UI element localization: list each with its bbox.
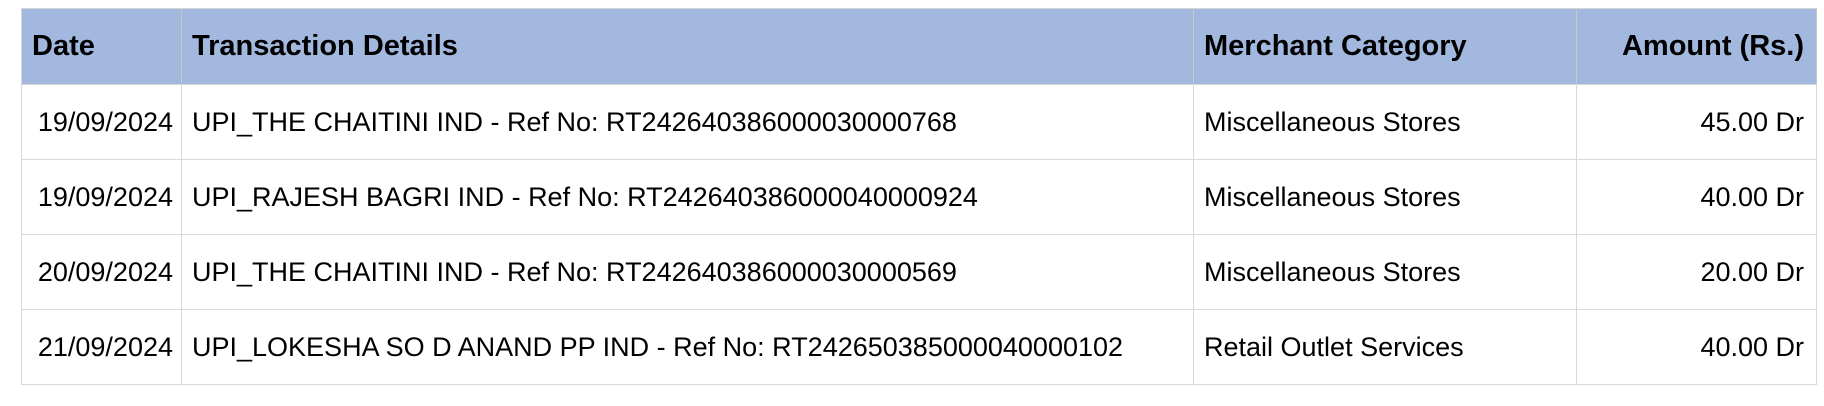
- table-row: 19/09/2024 UPI_RAJESH BAGRI IND - Ref No…: [21, 159, 1817, 235]
- date-cell: 19/09/2024: [21, 84, 182, 160]
- table-row: 20/09/2024 UPI_THE CHAITINI IND - Ref No…: [21, 234, 1817, 310]
- table-row: 21/09/2024 UPI_LOKESHA SO D ANAND PP IND…: [21, 309, 1817, 385]
- transactions-table: Date Transaction Details Merchant Catego…: [21, 8, 1817, 385]
- details-cell: UPI_THE CHAITINI IND - Ref No: RT2426403…: [181, 234, 1194, 310]
- details-cell: UPI_RAJESH BAGRI IND - Ref No: RT2426403…: [181, 159, 1194, 235]
- table-body: 19/09/2024 UPI_THE CHAITINI IND - Ref No…: [21, 84, 1817, 385]
- amount-cell: 20.00 Dr: [1576, 234, 1817, 310]
- merchant-cell: Miscellaneous Stores: [1193, 84, 1577, 160]
- amount-cell: 40.00 Dr: [1576, 309, 1817, 385]
- header-row: Date Transaction Details Merchant Catego…: [21, 8, 1817, 85]
- table-header: Date Transaction Details Merchant Catego…: [21, 8, 1817, 85]
- amount-cell: 40.00 Dr: [1576, 159, 1817, 235]
- merchant-cell: Miscellaneous Stores: [1193, 234, 1577, 310]
- header-transaction-details: Transaction Details: [181, 8, 1194, 85]
- merchant-cell: Miscellaneous Stores: [1193, 159, 1577, 235]
- header-merchant-category: Merchant Category: [1193, 8, 1577, 85]
- details-cell: UPI_THE CHAITINI IND - Ref No: RT2426403…: [181, 84, 1194, 160]
- date-cell: 20/09/2024: [21, 234, 182, 310]
- header-date: Date: [21, 8, 182, 85]
- merchant-cell: Retail Outlet Services: [1193, 309, 1577, 385]
- details-cell: UPI_LOKESHA SO D ANAND PP IND - Ref No: …: [181, 309, 1194, 385]
- table-row: 19/09/2024 UPI_THE CHAITINI IND - Ref No…: [21, 84, 1817, 160]
- transactions-sheet: Date Transaction Details Merchant Catego…: [21, 8, 1817, 385]
- header-amount: Amount (Rs.): [1576, 8, 1817, 85]
- amount-cell: 45.00 Dr: [1576, 84, 1817, 160]
- date-cell: 21/09/2024: [21, 309, 182, 385]
- date-cell: 19/09/2024: [21, 159, 182, 235]
